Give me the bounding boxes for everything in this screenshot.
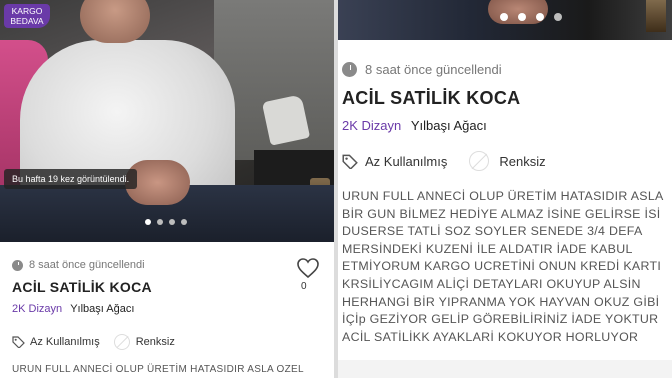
description-line: URUN FULL ANNECİ OLUP ÜRETİM HATASIDIR A… <box>342 189 664 203</box>
carousel-dot[interactable] <box>536 13 544 21</box>
shop-row[interactable]: 2K Dizayn Yılbaşı Ağacı <box>12 303 134 315</box>
updated-text: 8 saat önce güncellendi <box>29 259 145 271</box>
condition-text: Az Kullanılmış <box>365 153 448 169</box>
colorless-icon <box>469 151 490 171</box>
like-count: 0 <box>301 281 307 292</box>
carousel-dot[interactable] <box>169 219 175 225</box>
colorless-icon <box>113 334 130 350</box>
color-text: Renksiz <box>499 153 546 169</box>
listing-title-zoomed: ACİL SATİLİK KOCA <box>342 88 521 108</box>
photo-glass <box>646 0 666 32</box>
shop-row-zoomed[interactable]: 2K Dizayn Yılbaşı Ağacı <box>342 118 487 133</box>
description-line: MERSİNDEKİ KUZENİ İLE ALDATIR İADE KABUL <box>342 241 633 256</box>
bottom-bar <box>338 360 672 378</box>
description-line: KRSİLİYCAGIM ALİÇİ DETAYLARI OKUYUP ALSİ… <box>342 276 641 291</box>
product-photo[interactable]: KARGO BEDAVA Bu hafta 19 kez görüntülend… <box>0 0 334 242</box>
carousel-dots-zoomed[interactable] <box>500 13 562 21</box>
description-preview: URUN FULL ANNECİ OLUP ÜRETİM HATASIDIR A… <box>12 364 304 375</box>
shop-brand-link[interactable]: 2K Dizayn <box>342 118 401 133</box>
listing-card-right: 8 saat önce güncellendi ACİL SATİLİK KOC… <box>338 0 672 378</box>
heart-icon[interactable] <box>296 257 320 279</box>
clock-icon <box>12 259 23 271</box>
carousel-dot[interactable] <box>145 219 151 225</box>
description-line: BİR GUN BİLMEZ HEDİYE ALMAZ İSİNE GELİRS… <box>342 206 661 221</box>
description-line: DUSERSE TATLİ SOZ SOYLER SENEDE 3/4 DEFA <box>342 224 643 239</box>
updated-row-zoomed: 8 saat önce güncellendi <box>342 62 502 77</box>
attributes-row: Az Kullanılmış Renksiz <box>12 334 175 350</box>
updated-text: 8 saat önce güncellendi <box>365 62 502 77</box>
carousel-dot[interactable] <box>554 13 562 21</box>
description-line: HERHANGİ BİR YIPRANMA YOK HAYVAN OKUZ Gİ… <box>342 294 660 309</box>
condition-text: Az Kullanılmış <box>30 336 100 348</box>
category-link[interactable]: Yılbaşı Ağacı <box>411 118 487 133</box>
description-line: ACİL SATİLİKK AYAKLARİ KOKUYOR HORLUYOR <box>342 329 639 344</box>
tag-icon <box>342 154 358 169</box>
description-line: ETMİYORUM KARGO UCRETİNİ ONUN KREDİ KART… <box>342 259 662 274</box>
description-full: URUN FULL ANNECİ OLUP ÜRETİM HATASIDIR A… <box>342 188 664 346</box>
carousel-dot[interactable] <box>518 13 526 21</box>
photo-person-head <box>80 0 150 43</box>
view-count-toast: Bu hafta 19 kez görüntülendi. <box>4 169 138 189</box>
free-shipping-badge-line2: BEDAVA <box>10 16 44 26</box>
color-text: Renksiz <box>135 336 175 348</box>
carousel-dot[interactable] <box>157 219 163 225</box>
carousel-dot[interactable] <box>500 13 508 21</box>
tag-icon <box>12 336 25 348</box>
updated-row: 8 saat önce güncellendi <box>12 259 145 271</box>
shop-brand-link[interactable]: 2K Dizayn <box>12 303 62 315</box>
carousel-dots[interactable] <box>145 219 187 225</box>
category-link[interactable]: Yılbaşı Ağacı <box>70 303 134 315</box>
clock-icon <box>342 62 357 77</box>
product-photo-zoomed[interactable] <box>338 0 672 40</box>
description-line: İÇİp GEZİYOR GELİP GÖREBİLİRİNİZ İADE YO… <box>342 312 659 327</box>
listing-card-left: KARGO BEDAVA Bu hafta 19 kez görüntülend… <box>0 0 334 378</box>
free-shipping-badge-line1: KARGO <box>11 6 43 16</box>
free-shipping-badge: KARGO BEDAVA <box>4 4 50 28</box>
attributes-row-zoomed: Az Kullanılmış Renksiz <box>342 151 546 171</box>
listing-title: ACİL SATİLİK KOCA <box>12 279 152 295</box>
carousel-dot[interactable] <box>181 219 187 225</box>
